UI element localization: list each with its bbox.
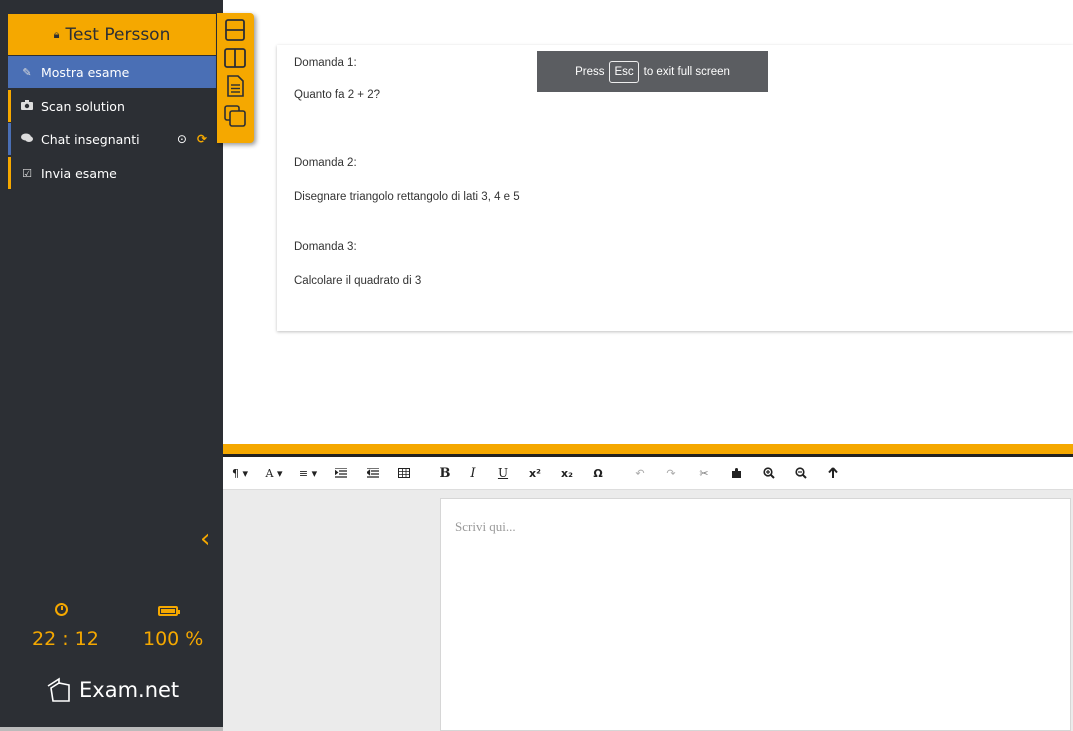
omega-button[interactable]: Ω bbox=[583, 457, 613, 489]
question-label: Domanda 2: bbox=[294, 157, 357, 169]
time-remaining: 22 : 12 bbox=[32, 628, 99, 650]
table-icon[interactable] bbox=[389, 457, 419, 489]
question-label: Domanda 1: bbox=[294, 57, 357, 69]
copy-icon[interactable] bbox=[224, 105, 246, 127]
user-name: Test Persson bbox=[65, 24, 171, 45]
indent-icon[interactable] bbox=[325, 457, 357, 489]
target-icon[interactable]: ⊙ bbox=[177, 132, 187, 146]
brand-logo: Exam.net bbox=[45, 676, 179, 704]
nav-label: Mostra esame bbox=[41, 64, 130, 80]
editor-toolbar: ¶ ▾ A ▾ ≡ ▾ B I U x² x₂ Ω ↶ ↷ ✂ bbox=[223, 457, 1073, 490]
split-horizontal-icon[interactable] bbox=[224, 19, 246, 41]
paragraph-format-button[interactable]: ¶ ▾ bbox=[223, 457, 257, 489]
user-header: 🔒︎ Test Persson bbox=[8, 14, 216, 55]
bold-button[interactable]: B bbox=[431, 457, 459, 489]
scissors-icon[interactable]: ✂ bbox=[687, 457, 721, 489]
chat-icon bbox=[20, 133, 34, 146]
puzzle-icon[interactable] bbox=[721, 457, 753, 489]
undo-button[interactable]: ↶ bbox=[625, 457, 655, 489]
nav-chat-insegnanti[interactable]: Chat insegnanti ⊙ ⟳ bbox=[8, 123, 215, 155]
arrow-up-icon[interactable] bbox=[817, 457, 849, 489]
font-button[interactable]: A ▾ bbox=[257, 457, 291, 489]
nav-label: Invia esame bbox=[41, 165, 117, 181]
document-icon[interactable] bbox=[224, 75, 246, 97]
battery-icon bbox=[158, 606, 180, 616]
outdent-icon[interactable] bbox=[357, 457, 389, 489]
nav-label: Chat insegnanti bbox=[41, 131, 140, 147]
esc-key: Esc bbox=[609, 60, 639, 83]
nav-label: Scan solution bbox=[41, 98, 125, 114]
sidebar-scrollbar[interactable] bbox=[0, 727, 223, 731]
brand-name: Exam.net bbox=[79, 678, 180, 702]
subscript-button[interactable]: x₂ bbox=[551, 457, 583, 489]
edit-icon: ✎ bbox=[22, 65, 32, 79]
zoom-out-icon[interactable] bbox=[785, 457, 817, 489]
fullscreen-banner: Press Esc to exit full screen bbox=[537, 51, 768, 92]
editor-placeholder: Scrivi qui... bbox=[455, 519, 516, 534]
chevron-left-icon[interactable]: ‹ bbox=[200, 524, 210, 554]
lock-icon: 🔒︎ bbox=[53, 27, 60, 41]
banner-press: Press bbox=[575, 65, 605, 78]
camera-icon bbox=[20, 99, 34, 113]
clock-icon bbox=[55, 603, 68, 616]
answer-editor[interactable]: Scrivi qui... bbox=[440, 498, 1071, 731]
superscript-button[interactable]: x² bbox=[519, 457, 551, 489]
question-label: Domanda 3: bbox=[294, 241, 357, 253]
pane-divider[interactable] bbox=[223, 444, 1073, 457]
nav-scan-solution[interactable]: Scan solution bbox=[8, 90, 215, 122]
nav-invia-esame[interactable]: ☑ Invia esame bbox=[8, 157, 215, 189]
checkbox-icon: ☑ bbox=[22, 166, 32, 180]
battery-level: 100 % bbox=[143, 628, 204, 650]
question-text: Quanto fa 2 + 2? bbox=[294, 89, 380, 101]
question-text: Disegnare triangolo rettangolo di lati 3… bbox=[294, 191, 520, 203]
underline-button[interactable]: U bbox=[487, 457, 519, 489]
redo-button[interactable]: ↷ bbox=[655, 457, 687, 489]
sidebar: 🔒︎ Test Persson ✎ Mostra esame Scan solu… bbox=[0, 0, 223, 731]
italic-button[interactable]: I bbox=[459, 457, 487, 489]
sync-icon[interactable]: ⟳ bbox=[197, 132, 207, 146]
split-vertical-icon[interactable] bbox=[224, 47, 246, 69]
zoom-in-icon[interactable] bbox=[753, 457, 785, 489]
align-button[interactable]: ≡ ▾ bbox=[291, 457, 325, 489]
nav-mostra-esame[interactable]: ✎ Mostra esame bbox=[8, 56, 216, 88]
layout-toolbar bbox=[217, 13, 254, 143]
banner-rest: to exit full screen bbox=[643, 65, 730, 78]
exam-net-logo-icon bbox=[47, 677, 70, 702]
question-text: Calcolare il quadrato di 3 bbox=[294, 275, 422, 287]
